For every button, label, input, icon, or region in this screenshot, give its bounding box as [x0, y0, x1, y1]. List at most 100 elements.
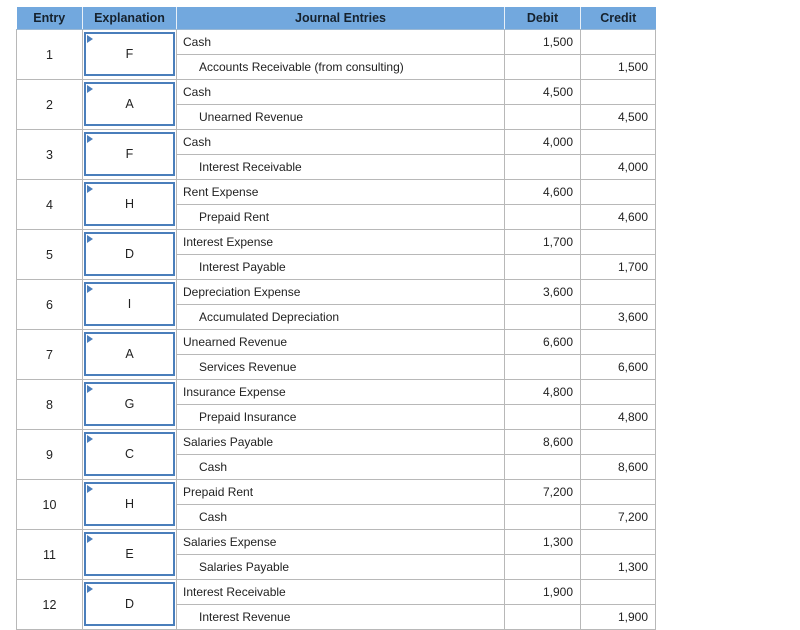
table-row: 10 H Prepaid Rent 7,200 [16, 479, 656, 530]
explanation-select[interactable]: H [84, 182, 175, 226]
entry-number-cell: 12 [16, 579, 83, 630]
table-header: Entry Explanation Journal Entries Debit … [16, 7, 656, 30]
debit-amount-cell: 3,600 [504, 279, 581, 305]
explanation-value: E [125, 547, 134, 561]
explanation-cell: C [82, 429, 177, 480]
credit-amount-cell: 3,600 [580, 304, 656, 330]
entry-number-cell: 2 [16, 79, 83, 130]
debit-account-label: Interest Receivable [176, 579, 505, 605]
debit-account-label: Unearned Revenue [176, 329, 505, 355]
entry-number-cell: 11 [16, 529, 83, 580]
entry-number-cell: 10 [16, 479, 83, 530]
debit-account-label: Insurance Expense [176, 379, 505, 405]
explanation-value: H [124, 197, 135, 211]
credit-amount-cell: 4,600 [580, 204, 656, 230]
explanation-select[interactable]: D [84, 232, 175, 276]
credit-amount-cell [580, 529, 656, 555]
credit-amount-cell [580, 79, 656, 105]
column-header-credit: Credit [580, 7, 656, 30]
explanation-cell: G [82, 379, 177, 430]
entry-number-cell: 4 [16, 179, 83, 230]
explanation-select[interactable]: A [84, 82, 175, 126]
debit-amount-cell: 8,600 [504, 429, 581, 455]
debit-amount-cell: 1,500 [504, 29, 581, 55]
table-row: 8 G Insurance Expense 4,800 [16, 379, 656, 430]
column-header-entry: Entry [16, 7, 83, 30]
journal-entries-table-container: Entry Explanation Journal Entries Debit … [16, 7, 656, 630]
caret-right-icon [87, 535, 93, 543]
table-row: 12 D Interest Receivable 1,900 [16, 579, 656, 630]
credit-account-label: Services Revenue [176, 354, 505, 380]
explanation-select[interactable]: C [84, 432, 175, 476]
column-header-journal-entries: Journal Entries [176, 7, 505, 30]
table-row: 5 D Interest Expense 1,700 [16, 229, 656, 280]
credit-account-label: Cash [176, 504, 505, 530]
credit-amount-cell [580, 229, 656, 255]
debit-amount-cell: 6,600 [504, 329, 581, 355]
explanation-select[interactable]: F [84, 132, 175, 176]
credit-amount-cell: 1,300 [580, 554, 656, 580]
debit-account-label: Salaries Expense [176, 529, 505, 555]
column-header-debit: Debit [504, 7, 581, 30]
credit-amount-cell [580, 279, 656, 305]
journal-entries-table: Entry Explanation Journal Entries Debit … [16, 7, 656, 630]
credit-amount-cell: 1,500 [580, 54, 656, 80]
credit-account-label: Interest Revenue [176, 604, 505, 630]
table-row: 9 C Salaries Payable 8,600 [16, 429, 656, 480]
debit-amount-cell [504, 254, 581, 280]
entry-number-cell: 6 [16, 279, 83, 330]
table-row: 1 F Cash 1,500 [16, 29, 656, 80]
debit-amount-cell: 4,500 [504, 79, 581, 105]
credit-amount-cell: 7,200 [580, 504, 656, 530]
credit-account-label: Interest Payable [176, 254, 505, 280]
credit-account-label: Salaries Payable [176, 554, 505, 580]
debit-amount-cell [504, 504, 581, 530]
entry-number-cell: 7 [16, 329, 83, 380]
debit-amount-cell: 7,200 [504, 479, 581, 505]
debit-amount-cell [504, 404, 581, 430]
debit-amount-cell [504, 154, 581, 180]
explanation-select[interactable]: G [84, 382, 175, 426]
explanation-cell: H [82, 179, 177, 230]
explanation-cell: D [82, 229, 177, 280]
debit-amount-cell [504, 304, 581, 330]
explanation-select[interactable]: H [84, 482, 175, 526]
caret-right-icon [87, 85, 93, 93]
explanation-select[interactable]: I [84, 282, 175, 326]
credit-amount-cell [580, 329, 656, 355]
caret-right-icon [87, 35, 93, 43]
credit-account-label: Prepaid Rent [176, 204, 505, 230]
explanation-value: F [125, 147, 134, 161]
table-row: 4 H Rent Expense 4,600 [16, 179, 656, 230]
debit-account-label: Salaries Payable [176, 429, 505, 455]
debit-amount-cell [504, 354, 581, 380]
explanation-select[interactable]: A [84, 332, 175, 376]
explanation-select[interactable]: D [84, 582, 175, 626]
explanation-select[interactable]: E [84, 532, 175, 576]
explanation-value: F [125, 47, 134, 61]
table-row: 2 A Cash 4,500 [16, 79, 656, 130]
credit-amount-cell: 6,600 [580, 354, 656, 380]
credit-amount-cell: 1,900 [580, 604, 656, 630]
debit-amount-cell [504, 204, 581, 230]
explanation-select[interactable]: F [84, 32, 175, 76]
explanation-cell: H [82, 479, 177, 530]
credit-account-label: Cash [176, 454, 505, 480]
debit-account-label: Interest Expense [176, 229, 505, 255]
debit-amount-cell [504, 554, 581, 580]
explanation-value: A [125, 347, 134, 361]
credit-amount-cell: 4,800 [580, 404, 656, 430]
explanation-cell: A [82, 329, 177, 380]
explanation-cell: F [82, 129, 177, 180]
credit-amount-cell [580, 429, 656, 455]
explanation-value: G [124, 397, 135, 411]
debit-amount-cell [504, 104, 581, 130]
caret-right-icon [87, 585, 93, 593]
credit-amount-cell: 1,700 [580, 254, 656, 280]
table-row: 6 I Depreciation Expense 3,600 [16, 279, 656, 330]
credit-account-label: Prepaid Insurance [176, 404, 505, 430]
credit-amount-cell: 4,000 [580, 154, 656, 180]
debit-account-label: Rent Expense [176, 179, 505, 205]
caret-right-icon [87, 435, 93, 443]
credit-account-label: Unearned Revenue [176, 104, 505, 130]
